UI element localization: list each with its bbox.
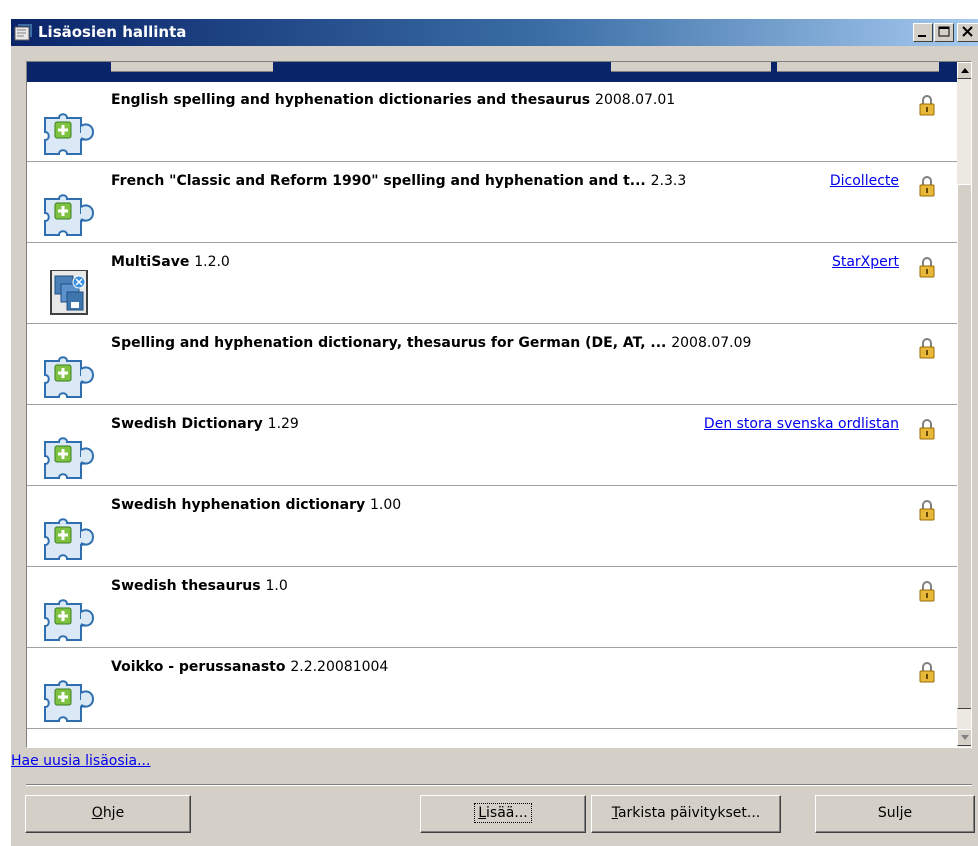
check-updates-label: arkista päivitykset... — [617, 805, 761, 821]
puzzle-icon — [41, 675, 99, 723]
remove-button-remnant[interactable] — [777, 62, 939, 72]
extension-version: 1.2.0 — [194, 254, 230, 270]
lock-icon — [919, 580, 935, 602]
get-more-extensions-link[interactable]: Hae uusia lisäosia... — [11, 753, 150, 769]
extension-row[interactable]: Voikko - perussanasto 2.2.20081004 — [27, 649, 957, 729]
extension-version: 2.3.3 — [650, 173, 687, 189]
help-label: hje — [102, 805, 125, 821]
maximize-icon — [938, 26, 950, 37]
minimize-button[interactable] — [913, 23, 933, 42]
publisher-link[interactable]: StarXpert — [832, 254, 899, 270]
window-title: Lisäosien hallinta — [38, 23, 187, 41]
vertical-scrollbar[interactable] — [957, 62, 971, 747]
extension-name: English spelling and hyphenation diction… — [111, 92, 676, 108]
lock-icon — [919, 256, 935, 278]
extension-name: MultiSave 1.2.0 — [111, 254, 230, 270]
scroll-down-button[interactable] — [957, 729, 971, 746]
add-button[interactable]: Lisää... — [420, 795, 586, 833]
arrow-up-icon — [961, 68, 969, 73]
arrow-down-icon — [961, 735, 969, 740]
lock-icon — [919, 499, 935, 521]
extension-name: French "Classic and Reform 1990" spellin… — [111, 173, 687, 189]
close-window-button[interactable] — [957, 23, 978, 42]
add-mnemonic: L — [478, 805, 487, 821]
close-button[interactable]: Sulje — [815, 795, 975, 833]
selected-entry-remnant[interactable] — [27, 62, 957, 82]
puzzle-icon — [41, 594, 99, 642]
extension-name: Swedish hyphenation dictionary 1.00 — [111, 497, 402, 513]
minimize-icon — [918, 35, 926, 37]
extension-version: 2008.07.09 — [671, 335, 752, 351]
extension-manager-window: Lisäosien hallinta English spelling and … — [10, 18, 978, 846]
lock-icon — [919, 175, 935, 197]
extension-row[interactable]: Swedish hyphenation dictionary 1.00 — [27, 487, 957, 567]
extension-row[interactable]: MultiSave 1.2.0 StarXpert — [27, 244, 957, 324]
lock-icon — [919, 661, 935, 683]
options-button-remnant[interactable] — [111, 62, 273, 72]
extension-row[interactable]: Swedish thesaurus 1.0 — [27, 568, 957, 648]
extension-name: Voikko - perussanasto 2.2.20081004 — [111, 659, 389, 675]
add-focus-ring: Lisää... — [474, 803, 532, 823]
disable-button-remnant[interactable] — [611, 62, 771, 72]
extension-row[interactable]: Swedish Dictionary 1.29 Den stora svenska… — [27, 406, 957, 486]
multisave-icon — [41, 269, 99, 318]
extension-version: 1.0 — [265, 578, 288, 594]
lock-icon — [919, 337, 935, 359]
extension-version: 1.29 — [267, 416, 299, 432]
scrollbar-thumb[interactable] — [957, 184, 971, 709]
puzzle-icon — [41, 189, 99, 237]
extension-version: 1.00 — [370, 497, 402, 513]
app-icon — [14, 24, 32, 41]
lock-icon — [919, 418, 935, 440]
extension-name: Spelling and hyphenation dictionary, the… — [111, 335, 752, 351]
separator — [26, 784, 972, 786]
extension-name: Swedish thesaurus 1.0 — [111, 578, 288, 594]
extension-row[interactable]: French "Classic and Reform 1990" spellin… — [27, 163, 957, 243]
extension-list-viewport: English spelling and hyphenation diction… — [27, 62, 957, 747]
extension-list[interactable]: English spelling and hyphenation diction… — [26, 61, 972, 748]
maximize-button[interactable] — [934, 23, 954, 42]
lock-icon — [919, 94, 935, 116]
extension-version: 2.2.20081004 — [290, 659, 389, 675]
extension-row[interactable]: Spelling and hyphenation dictionary, the… — [27, 325, 957, 405]
close-icon — [962, 26, 973, 37]
puzzle-icon — [41, 513, 99, 561]
publisher-link[interactable]: Den stora svenska ordlistan — [704, 416, 899, 432]
help-button[interactable]: Ohje — [25, 795, 191, 833]
extension-name: Swedish Dictionary 1.29 — [111, 416, 299, 432]
title-bar[interactable]: Lisäosien hallinta — [11, 19, 978, 46]
publisher-link[interactable]: Dicollecte — [830, 173, 899, 189]
puzzle-icon — [41, 432, 99, 480]
scroll-up-button[interactable] — [957, 62, 971, 79]
extension-version: 2008.07.01 — [595, 92, 676, 108]
extension-row[interactable]: English spelling and hyphenation diction… — [27, 82, 957, 162]
help-mnemonic: O — [91, 805, 103, 821]
check-updates-button[interactable]: Tarkista päivitykset... — [591, 795, 781, 833]
puzzle-icon — [41, 108, 99, 156]
puzzle-icon — [41, 351, 99, 399]
add-label: isää... — [486, 805, 528, 821]
